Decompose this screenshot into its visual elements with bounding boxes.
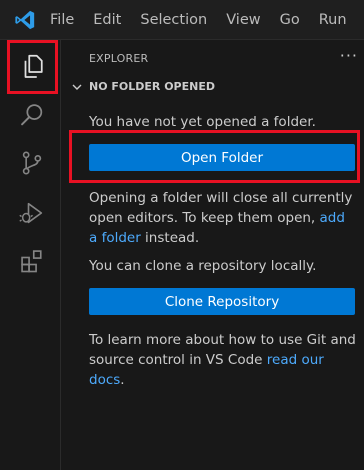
opening-folder-message: Opening a folder will close all currentl… — [89, 188, 357, 248]
explorer-icon — [24, 54, 43, 78]
source-control-icon — [22, 151, 42, 175]
vscode-logo-icon[interactable] — [14, 6, 36, 34]
learn-more-message: To learn more about how to use Git and s… — [89, 330, 357, 390]
no-folder-message: You have not yet opened a folder. — [89, 114, 316, 130]
section-header[interactable]: NO FOLDER OPENED — [71, 80, 215, 93]
instead-text: instead. — [140, 230, 200, 246]
activity-source-control[interactable] — [9, 140, 55, 186]
menu-edit[interactable]: Edit — [93, 12, 121, 28]
menu-file[interactable]: File — [50, 12, 74, 28]
clone-repository-button[interactable]: Clone Repository — [89, 288, 355, 315]
menu-selection[interactable]: Selection — [140, 12, 207, 28]
open-folder-button[interactable]: Open Folder — [89, 144, 355, 171]
explorer-header: EXPLORER — [89, 52, 149, 65]
activity-run-debug[interactable] — [9, 190, 55, 236]
explorer-sidebar: EXPLORER ··· NO FOLDER OPENED You have n… — [61, 40, 364, 470]
title-bar: File Edit Selection View Go Run — [0, 0, 364, 40]
activity-bar — [0, 40, 61, 470]
period-text: . — [120, 372, 125, 388]
more-actions-icon[interactable]: ··· — [340, 46, 358, 65]
opening-folder-text: Opening a folder will close all currentl… — [89, 190, 353, 226]
activity-search[interactable] — [9, 92, 55, 138]
run-debug-icon — [19, 202, 43, 224]
clone-message: You can clone a repository locally. — [89, 258, 317, 274]
activity-extensions[interactable] — [9, 238, 55, 284]
search-icon — [21, 104, 43, 126]
menu-run[interactable]: Run — [319, 12, 347, 28]
menu-go[interactable]: Go — [280, 12, 300, 28]
chevron-down-icon — [72, 84, 82, 90]
section-title: NO FOLDER OPENED — [89, 80, 215, 93]
extensions-icon — [21, 250, 42, 273]
activity-explorer[interactable] — [7, 40, 58, 94]
menu-view[interactable]: View — [226, 12, 260, 28]
